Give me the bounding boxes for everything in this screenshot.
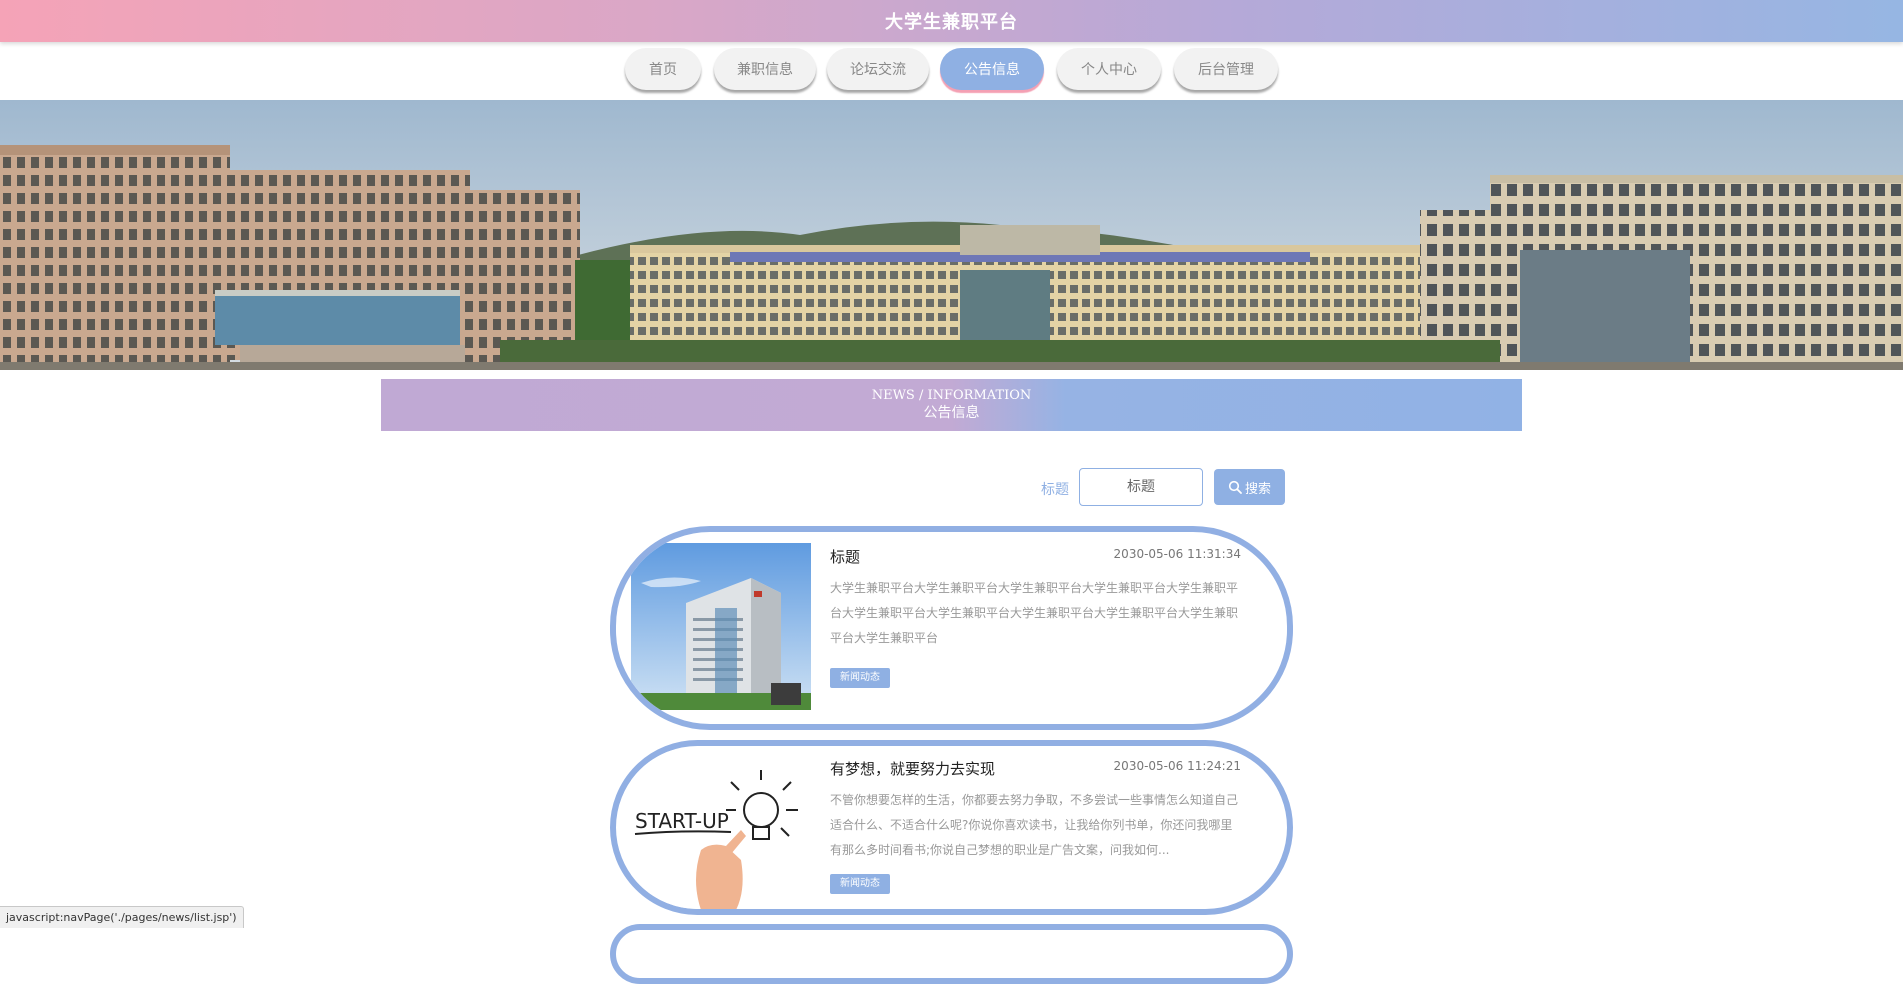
nav-jobs[interactable]: 兼职信息 — [714, 48, 816, 90]
news-summary: 不管你想要怎样的生活，你都要去努力争取，不多尝试一些事情怎么知道自己适合什么、不… — [830, 793, 1239, 857]
news-thumbnail — [631, 543, 811, 710]
section-title-en: NEWS / INFORMATION — [871, 388, 1032, 403]
news-time: 2030-05-06 11:24:21 — [1113, 759, 1241, 773]
search-button-label: 搜索 — [1244, 481, 1271, 497]
news-tag[interactable]: 新闻动态 — [830, 874, 890, 894]
nav-home[interactable]: 首页 — [625, 48, 701, 90]
news-thumbnail: START-UP — [631, 750, 811, 909]
news-summary: 大学生兼职平台大学生兼职平台大学生兼职平台大学生兼职平台大学生兼职平台大学生兼职… — [830, 581, 1239, 645]
search-icon — [1228, 480, 1242, 494]
news-info: 标题 2030-05-06 11:31:34 大学生兼职平台大学生兼职平台大学生… — [830, 546, 1241, 716]
campus-banner-image — [0, 100, 1903, 370]
site-title: 大学生兼职平台 — [885, 12, 1018, 33]
main-nav: 首页 兼职信息 论坛交流 公告信息 个人中心 后台管理 — [0, 48, 1903, 94]
search-bar: 标题 搜索 — [0, 468, 1903, 508]
news-time: 2030-05-06 11:31:34 — [1113, 547, 1241, 561]
news-item[interactable]: 标题 2030-05-06 11:31:34 大学生兼职平台大学生兼职平台大学生… — [610, 526, 1293, 730]
search-button[interactable]: 搜索 — [1214, 469, 1285, 505]
news-item[interactable] — [610, 924, 1293, 984]
search-input[interactable] — [1079, 468, 1203, 506]
top-header-bar: 大学生兼职平台 — [0, 0, 1903, 42]
news-item[interactable]: START-UP 有梦想，就要努力去实现 2030-05-06 11:24:21… — [610, 740, 1293, 915]
nav-announcements[interactable]: 公告信息 — [940, 48, 1044, 90]
startup-image-text: START-UP — [635, 809, 729, 833]
news-tag[interactable]: 新闻动态 — [830, 668, 890, 688]
news-title[interactable]: 有梦想，就要努力去实现 — [830, 758, 995, 779]
search-label: 标题 — [1041, 482, 1069, 498]
news-info: 有梦想，就要努力去实现 2030-05-06 11:24:21 不管你想要怎样的… — [830, 758, 1241, 908]
section-header: NEWS / INFORMATION 公告信息 — [381, 379, 1522, 431]
section-title-cn: 公告信息 — [923, 405, 980, 421]
nav-forum[interactable]: 论坛交流 — [827, 48, 929, 90]
nav-admin[interactable]: 后台管理 — [1174, 48, 1278, 90]
news-title[interactable]: 标题 — [830, 546, 860, 567]
browser-status-bar: javascript:navPage('./pages/news/list.js… — [0, 906, 244, 928]
nav-profile[interactable]: 个人中心 — [1057, 48, 1161, 90]
